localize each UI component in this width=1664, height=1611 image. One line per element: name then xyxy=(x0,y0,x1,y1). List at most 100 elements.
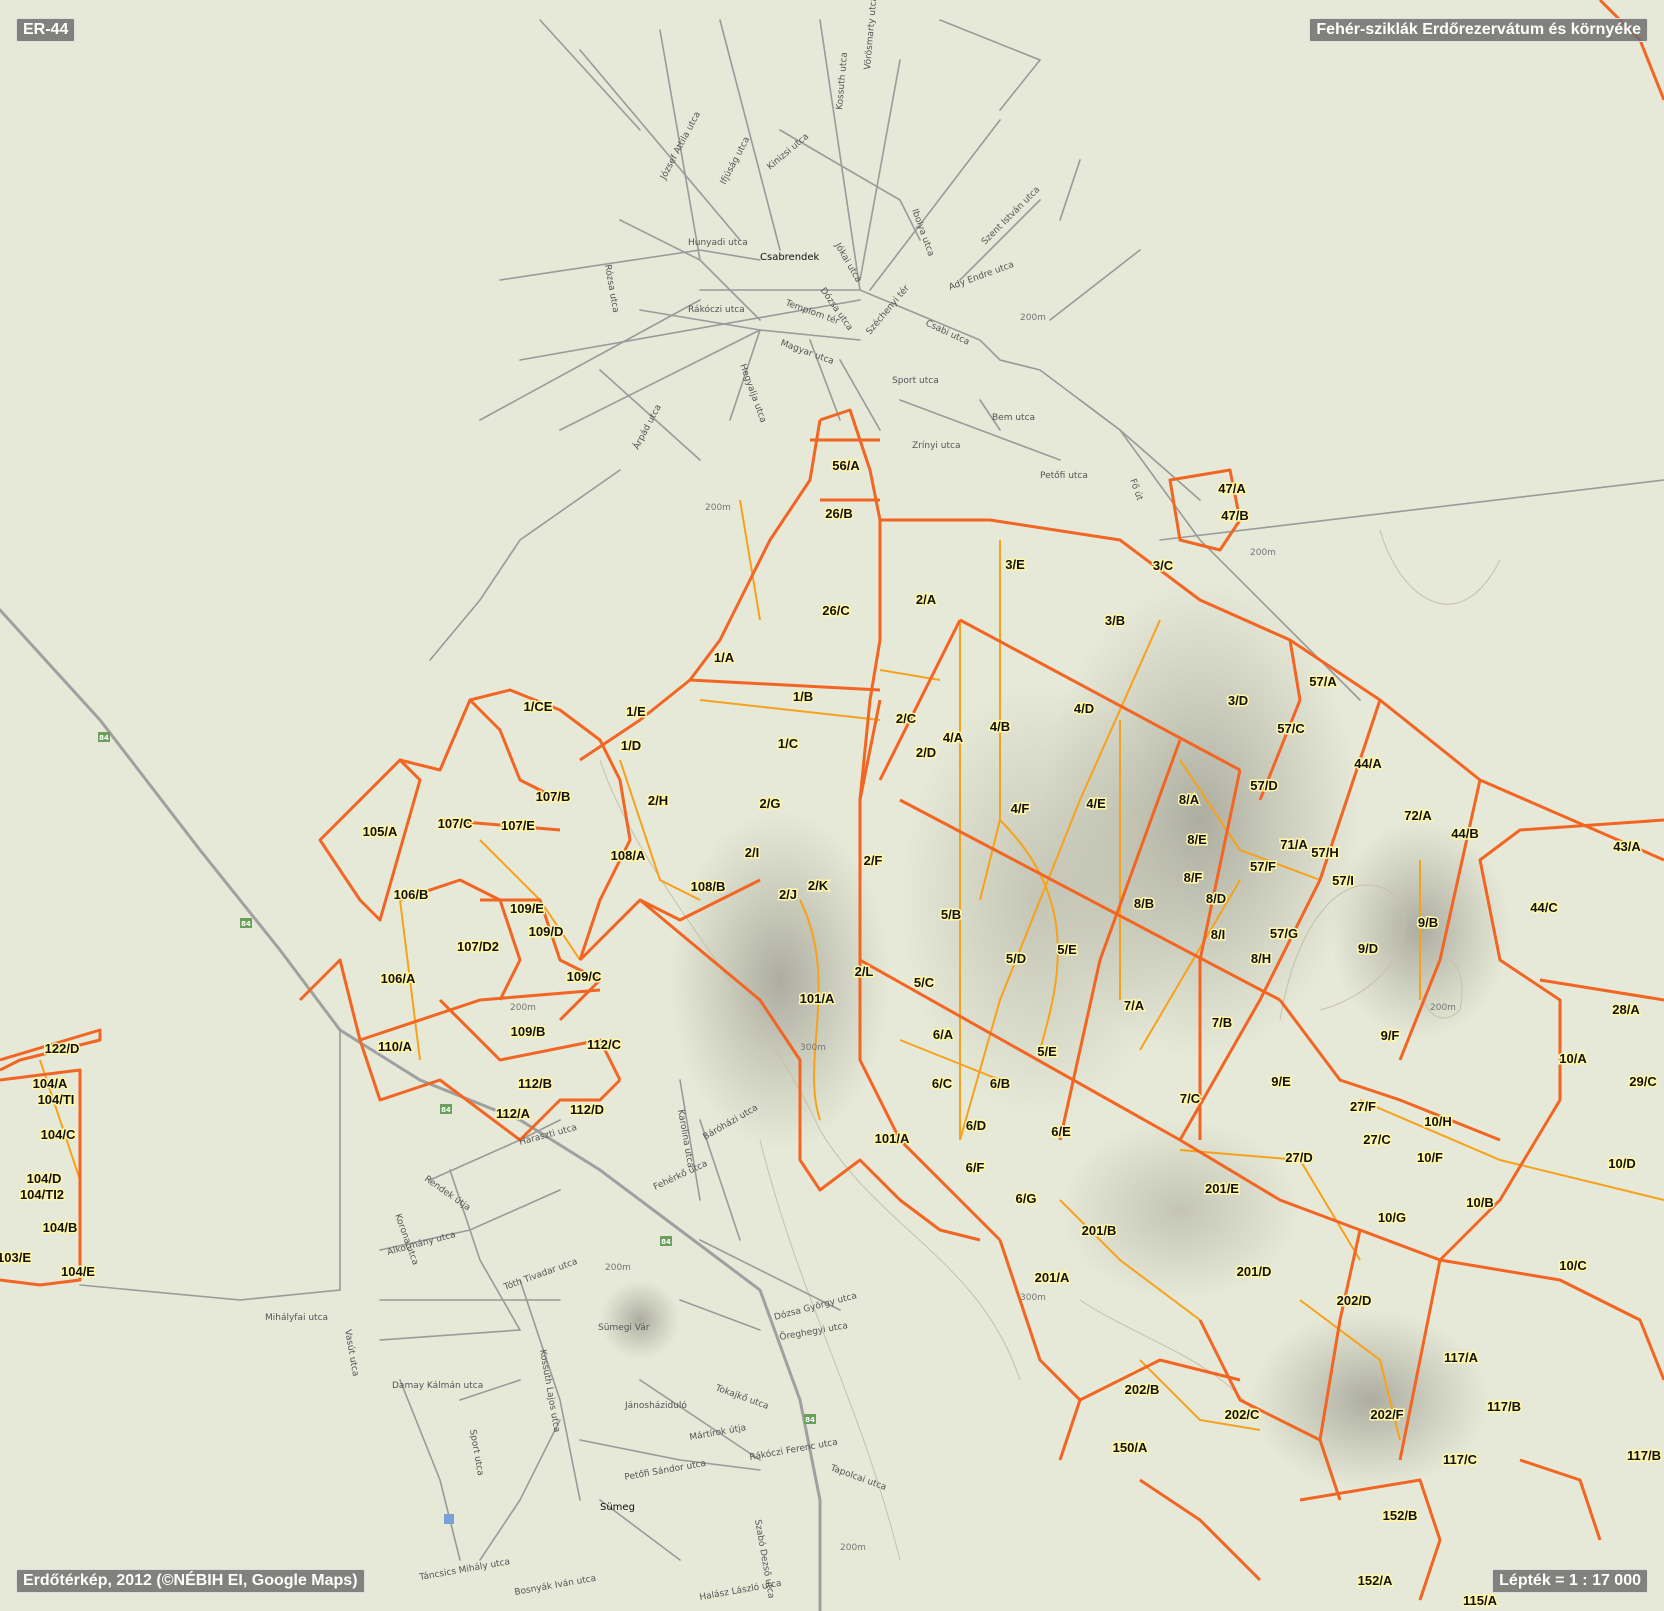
compartment-label: 47/A xyxy=(1218,481,1246,496)
compartment-label: 27/F xyxy=(1350,1099,1376,1114)
compartment-label: 5/E xyxy=(1057,942,1077,957)
compartment-label: 6/E xyxy=(1051,1124,1071,1139)
compartment-label: 202/F xyxy=(1370,1407,1403,1422)
compartment-label: 107/E xyxy=(501,818,535,833)
compartment-label: 106/B xyxy=(394,887,429,902)
compartment-label: 1/D xyxy=(621,738,641,753)
compartment-label: 201/E xyxy=(1205,1181,1239,1196)
compartment-label: 201/D xyxy=(1237,1264,1272,1279)
compartment-label: 10/D xyxy=(1608,1156,1635,1171)
compartment-label: 5/E xyxy=(1037,1044,1057,1059)
compartment-label: 3/E xyxy=(1005,557,1025,572)
svg-text:Sport utca: Sport utca xyxy=(892,376,939,386)
svg-text:84: 84 xyxy=(99,734,109,742)
compartment-label: 10/A xyxy=(1559,1051,1587,1066)
compartment-label: 8/D xyxy=(1206,891,1226,906)
place-district: Jánosháziduló xyxy=(624,1400,687,1411)
compartment-label: 2/I xyxy=(745,845,759,860)
compartment-label: 44/C xyxy=(1530,900,1558,915)
compartment-label: 27/D xyxy=(1285,1150,1312,1165)
compartment-label: 6/F xyxy=(966,1160,985,1175)
compartment-label: 56/A xyxy=(832,458,860,473)
compartment-label: 29/C xyxy=(1629,1074,1657,1089)
compartment-label: 101/A xyxy=(800,991,835,1006)
compartment-label: 2/G xyxy=(760,796,781,811)
compartment-label: 28/A xyxy=(1612,1002,1640,1017)
compartment-label: 104/A xyxy=(33,1076,68,1091)
compartment-label: 2/H xyxy=(648,793,668,808)
compartment-label: 8/I xyxy=(1211,927,1225,942)
compartment-label: 6/A xyxy=(933,1027,954,1042)
compartment-label: 7/B xyxy=(1212,1015,1232,1030)
compartment-label: 202/C xyxy=(1225,1407,1260,1422)
compartment-label: 115/A xyxy=(1463,1593,1498,1608)
svg-text:84: 84 xyxy=(241,920,251,928)
compartment-label: 122/D xyxy=(45,1041,80,1056)
compartment-label: 202/B xyxy=(1125,1382,1160,1397)
compartment-label: 7/A xyxy=(1124,998,1145,1013)
compartment-label: 71/A xyxy=(1280,837,1308,852)
svg-text:Hunyadi utca: Hunyadi utca xyxy=(688,238,748,248)
compartment-label: 26/C xyxy=(822,603,850,618)
compartment-label: 3/B xyxy=(1105,613,1125,628)
compartment-label: 2/C xyxy=(896,711,917,726)
svg-text:Mihályfai utca: Mihályfai utca xyxy=(265,1313,328,1323)
compartment-label: 57/G xyxy=(1270,926,1298,941)
compartment-label: 9/F xyxy=(1381,1028,1400,1043)
compartment-label: 107/D2 xyxy=(457,939,499,954)
svg-text:200m: 200m xyxy=(1250,548,1276,558)
compartment-label: 6/B xyxy=(990,1076,1010,1091)
compartment-label: 4/A xyxy=(943,730,964,745)
map-title: Fehér-sziklák Erdőrezervátum és környéke xyxy=(1309,18,1648,42)
compartment-label: 10/F xyxy=(1417,1150,1443,1165)
attribution: Erdőtérkép, 2012 (©NÉBIH EI, Google Maps… xyxy=(16,1569,365,1593)
pond xyxy=(444,1514,454,1524)
compartment-label: 4/F xyxy=(1011,801,1030,816)
compartment-label: 8/H xyxy=(1251,951,1271,966)
svg-text:Rákóczi utca: Rákóczi utca xyxy=(688,304,745,315)
compartment-label: 117/A xyxy=(1444,1350,1479,1365)
compartment-label: 152/B xyxy=(1383,1508,1418,1523)
compartment-label: 44/B xyxy=(1451,826,1478,841)
compartment-label: 103/E xyxy=(0,1250,31,1265)
compartment-label: 2/F xyxy=(864,853,883,868)
compartment-label: 108/A xyxy=(611,848,646,863)
svg-text:200m: 200m xyxy=(1430,1003,1456,1013)
place-csabrendek: Csabrendek xyxy=(760,252,820,263)
scale-indicator: Lépték = 1 : 17 000 xyxy=(1492,1569,1648,1593)
compartment-label: 2/L xyxy=(855,964,874,979)
compartment-label: 57/A xyxy=(1309,674,1337,689)
compartment-label: 110/A xyxy=(378,1039,413,1054)
compartment-label: 1/B xyxy=(793,689,813,704)
compartment-label: 104/C xyxy=(41,1127,76,1142)
compartment-label: 109/E xyxy=(510,901,544,916)
compartment-label: 6/G xyxy=(1016,1191,1037,1206)
compartment-label: 4/D xyxy=(1074,701,1094,716)
compartment-label: 117/C xyxy=(1443,1452,1478,1467)
compartment-label: 104/B xyxy=(43,1220,78,1235)
svg-text:200m: 200m xyxy=(1020,313,1046,323)
compartment-label: 57/I xyxy=(1332,873,1354,888)
compartment-label: 6/C xyxy=(932,1076,953,1091)
compartment-label: 57/H xyxy=(1311,845,1338,860)
compartment-label: 10/G xyxy=(1378,1210,1406,1225)
svg-text:300m: 300m xyxy=(1020,1293,1046,1303)
compartment-label: 3/D xyxy=(1228,693,1248,708)
compartment-label: 150/A xyxy=(1113,1440,1148,1455)
compartment-label: 57/F xyxy=(1250,859,1276,874)
svg-text:200m: 200m xyxy=(510,1003,536,1013)
compartment-label: 47/B xyxy=(1221,508,1248,523)
svg-text:200m: 200m xyxy=(605,1263,631,1273)
compartment-label: 57/C xyxy=(1277,721,1305,736)
compartment-label: 10/H xyxy=(1424,1114,1451,1129)
compartment-label: 112/B xyxy=(518,1076,552,1091)
compartment-label: 117/B xyxy=(1627,1448,1661,1463)
compartment-label: 2/D xyxy=(916,745,936,760)
compartment-label: 108/B xyxy=(691,879,726,894)
compartment-label: 10/B xyxy=(1466,1195,1493,1210)
forest-map[interactable]: 84 84 84 84 84 200m 200m 200m 200m 200m … xyxy=(0,0,1664,1611)
compartment-label: 1/CE xyxy=(524,699,553,714)
compartment-label: 44/A xyxy=(1354,756,1382,771)
compartment-label: 202/D xyxy=(1337,1293,1372,1308)
compartment-label: 101/A xyxy=(875,1131,910,1146)
